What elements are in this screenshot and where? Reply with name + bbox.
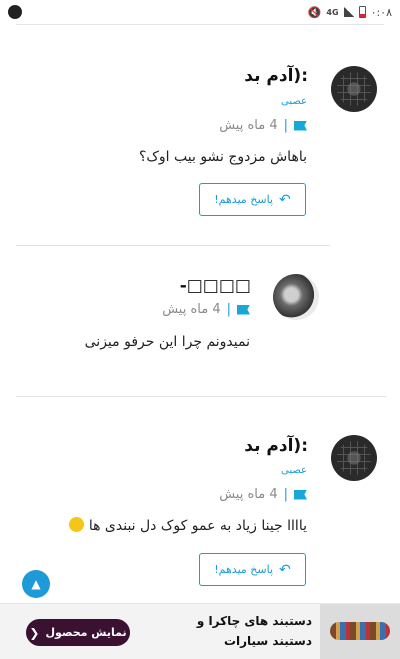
reply-arrow-icon: ↶ <box>279 191 291 208</box>
comment-time: 4 ماه پیش <box>219 118 278 133</box>
comment-text-body: یاااا جینا زیاد به عمو کوک دل نبندی ها <box>88 518 307 534</box>
scroll-to-top-button[interactable]: ▲ <box>22 570 50 598</box>
author-role: عصبی <box>281 96 307 107</box>
smile-emoji-icon <box>69 517 85 532</box>
comment-text: یاااا جینا زیاد به عمو کوک دل نبندی ها <box>67 517 307 534</box>
flag-icon[interactable] <box>237 304 250 315</box>
divider <box>16 245 330 246</box>
comment-text: باهاش مزدوج نشو بیب اوک؟ <box>138 149 307 165</box>
reply-button[interactable]: ↶ پاسخ میدهم! <box>199 553 306 586</box>
comment-author[interactable]: -□□□□ <box>180 276 251 296</box>
separator: | <box>283 118 288 133</box>
status-time: ۰:۰۸ <box>370 5 392 19</box>
comment-author[interactable]: آدم بد): <box>244 66 308 86</box>
comment-meta: | 4 ماه پیش <box>219 118 307 133</box>
reply-arrow-icon: ↶ <box>279 561 291 578</box>
avatar[interactable] <box>273 274 319 320</box>
separator: | <box>226 302 231 317</box>
ad-title[interactable]: دستبند های چاکرا و دستبند سیارات <box>162 611 312 651</box>
comment-meta: | 4 ماه پیش <box>219 487 307 502</box>
app-notification-icon <box>8 5 22 19</box>
status-bar: 🔇 4G ۰:۰۸ <box>0 0 400 24</box>
flag-icon[interactable] <box>294 120 307 131</box>
comment-meta: | 4 ماه پیش <box>162 302 250 317</box>
network-type: 4G <box>326 7 339 17</box>
show-product-label: نمایش محصول <box>45 626 127 639</box>
comment-time: 4 ماه پیش <box>219 487 278 502</box>
battery-icon <box>358 6 366 18</box>
chevron-up-icon: ▲ <box>31 577 41 591</box>
comment-author[interactable]: آدم بد): <box>244 436 308 456</box>
mute-icon: 🔇 <box>307 5 322 19</box>
reply-button[interactable]: ↶ پاسخ میدهم! <box>199 183 306 216</box>
reply-label: پاسخ میدهم! <box>214 193 274 206</box>
avatar[interactable] <box>331 435 377 481</box>
avatar[interactable] <box>331 66 377 112</box>
divider <box>16 24 384 25</box>
reply-label: پاسخ میدهم! <box>214 563 274 576</box>
comment-text: نمیدونم چرا این حرفو میزنی <box>84 334 250 350</box>
comment-time: 4 ماه پیش <box>162 302 221 317</box>
show-product-button[interactable]: نمایش محصول ❮ <box>26 619 130 646</box>
divider <box>16 396 386 397</box>
signal-icon <box>343 7 354 17</box>
product-image[interactable] <box>320 604 400 659</box>
flag-icon[interactable] <box>294 489 307 500</box>
ad-banner[interactable]: دستبند های چاکرا و دستبند سیارات نمایش م… <box>0 603 400 659</box>
comments-page: 🔇 4G ۰:۰۸ آدم بد): عصبی | 4 ماه پیش باها… <box>0 0 400 659</box>
separator: | <box>283 487 288 502</box>
chevron-left-icon: ❮ <box>29 625 40 640</box>
author-role: عصبی <box>281 465 307 476</box>
